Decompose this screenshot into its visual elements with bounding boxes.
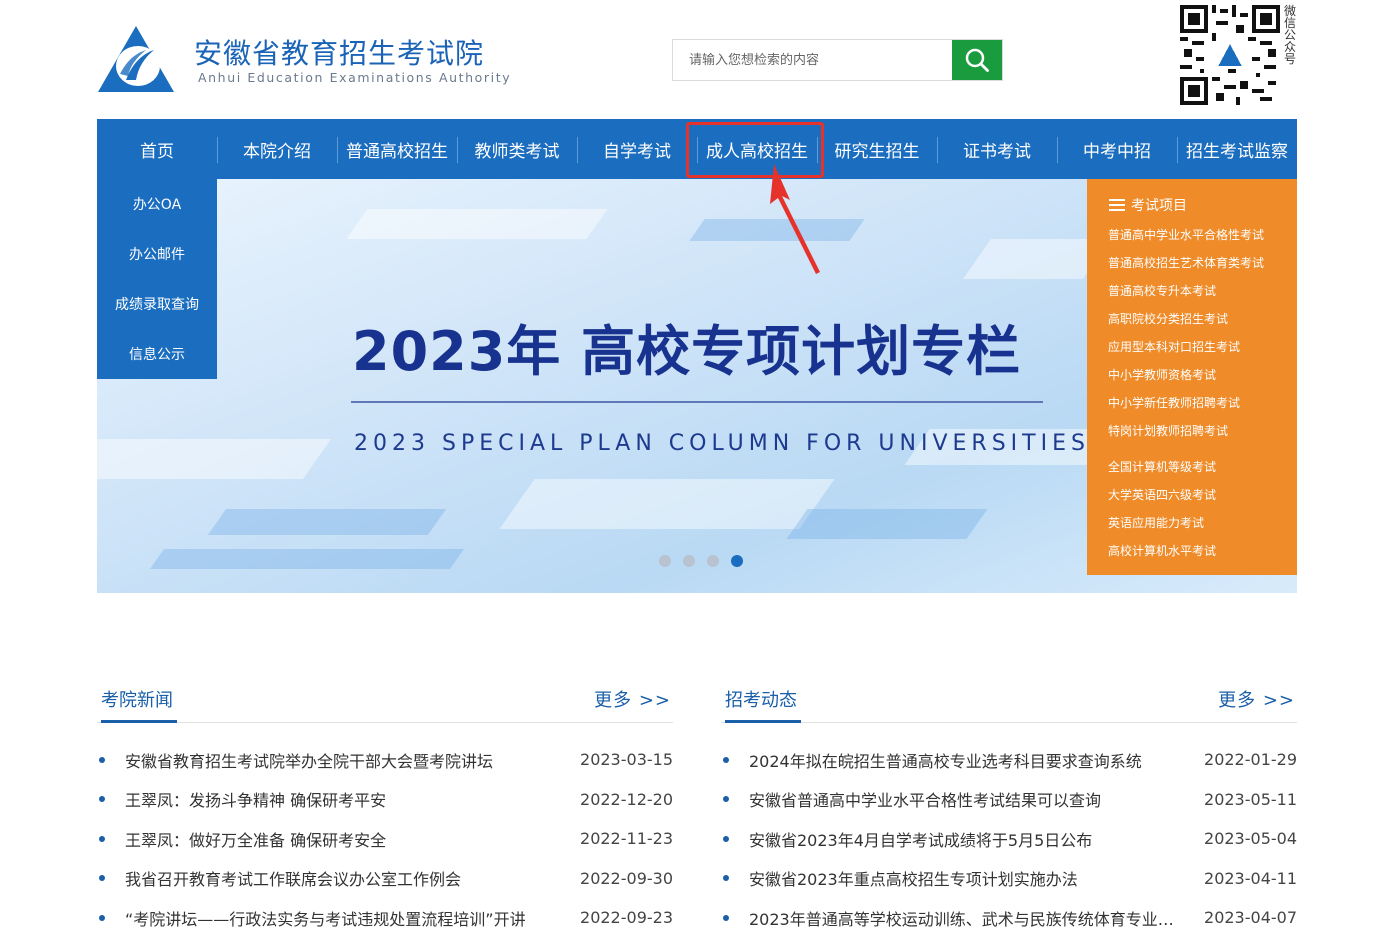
news-list: 安徽省教育招生考试院举办全院干部大会暨考院讲坛 2023-03-15 王翠凤：发扬… [97, 740, 673, 938]
nav-item-certificate[interactable]: 证书考试 [937, 119, 1057, 179]
bullet-icon [723, 756, 729, 763]
banner-divider [351, 401, 1043, 403]
bullet-icon [99, 914, 105, 921]
news-date: 2022-12-20 [580, 789, 673, 809]
search-button[interactable] [952, 40, 1002, 80]
site-header: 安徽省教育招生考试院 Anhui Education Examinations … [0, 0, 1385, 119]
dynamics-section: 招考动态 更多 >> 2024年拟在皖招生普通高校专业选考科目要求查询系统 202… [721, 680, 1297, 938]
bullet-icon [99, 835, 105, 842]
news-title[interactable]: “考院讲坛——行政法实务与考试违规处置流程培训”开讲 [125, 906, 580, 930]
news-title[interactable]: 安徽省教育招生考试院举办全院干部大会暨考院讲坛 [125, 748, 580, 772]
news-title[interactable]: 我省召开教育考试工作联席会议办公室工作例会 [125, 866, 580, 890]
news-date: 2023-05-11 [1204, 789, 1297, 809]
list-item[interactable]: 王翠凤：发扬斗争精神 确保研考平安 2022-12-20 [97, 780, 673, 820]
search-icon [965, 48, 989, 72]
news-title[interactable]: 2024年拟在皖招生普通高校专业选考科目要求查询系统 [749, 748, 1204, 772]
list-item[interactable]: 我省召开教育考试工作联席会议办公室工作例会 2022-09-30 [97, 859, 673, 899]
news-section-header: 考院新闻 更多 >> [97, 680, 673, 723]
bullet-icon [723, 914, 729, 921]
news-date: 2022-09-30 [580, 868, 673, 888]
news-title[interactable]: 王翠凤：做好万全准备 确保研考安全 [125, 827, 580, 851]
news-section: 考院新闻 更多 >> 安徽省教育招生考试院举办全院干部大会暨考院讲坛 2023-0… [97, 680, 673, 938]
news-date: 2023-05-04 [1204, 829, 1297, 849]
site-title: 安徽省教育招生考试院 [194, 37, 485, 70]
exam-link[interactable]: 大学英语四六级考试 [1108, 486, 1216, 503]
bullet-icon [723, 875, 729, 882]
news-more-link[interactable]: 更多 >> [594, 686, 671, 712]
nav-item-self-study[interactable]: 自学考试 [577, 119, 697, 179]
news-title[interactable]: 安徽省普通高中学业水平合格性考试结果可以查询 [749, 787, 1204, 811]
search-input[interactable] [673, 40, 952, 80]
search-bar [672, 39, 1003, 81]
exam-link[interactable]: 应用型本科对口招生考试 [1108, 338, 1240, 355]
qr-label: 微信公众号 [1284, 4, 1297, 66]
quick-link-office-oa[interactable]: 办公OA [97, 179, 217, 229]
carousel-dots [659, 555, 743, 567]
carousel-dot[interactable] [683, 555, 695, 567]
bullet-icon [723, 835, 729, 842]
exam-link[interactable]: 全国计算机等级考试 [1108, 458, 1216, 475]
news-title[interactable]: 安徽省2023年4月自学考试成绩将于5月5日公布 [749, 827, 1204, 851]
quick-link-score-query[interactable]: 成绩录取查询 [97, 279, 217, 329]
quick-link-office-mail[interactable]: 办公邮件 [97, 229, 217, 279]
news-title[interactable]: 2023年普通高等学校运动训练、武术与民族传统体育专业招生考试 [749, 906, 1204, 930]
exam-link[interactable]: 英语应用能力考试 [1108, 514, 1204, 531]
qr-code-icon [1180, 5, 1280, 105]
news-title[interactable]: 安徽省2023年重点高校招生专项计划实施办法 [749, 866, 1204, 890]
nav-item-graduate[interactable]: 研究生招生 [817, 119, 937, 179]
banner-subtitle: 2023 SPECIAL PLAN COLUMN FOR UNIVERSITIE… [354, 431, 1090, 456]
nav-item-teacher-exam[interactable]: 教师类考试 [457, 119, 577, 179]
dynamics-section-header: 招考动态 更多 >> [721, 680, 1297, 723]
exam-link[interactable]: 高校计算机水平考试 [1108, 542, 1216, 559]
bullet-icon [723, 796, 729, 803]
list-item[interactable]: “考院讲坛——行政法实务与考试违规处置流程培训”开讲 2022-09-23 [97, 898, 673, 938]
nav-item-high-school[interactable]: 中考中招 [1057, 119, 1177, 179]
carousel-dot[interactable] [707, 555, 719, 567]
news-date: 2022-11-23 [580, 829, 673, 849]
dynamics-section-title[interactable]: 招考动态 [725, 686, 801, 723]
news-date: 2022-01-29 [1204, 750, 1297, 770]
annotation-arrow-icon [770, 164, 820, 274]
list-item[interactable]: 安徽省普通高中学业水平合格性考试结果可以查询 2023-05-11 [721, 780, 1297, 820]
quick-links-menu: 办公OA 办公邮件 成绩录取查询 信息公示 [97, 179, 217, 379]
list-item[interactable]: 2024年拟在皖招生普通高校专业选考科目要求查询系统 2022-01-29 [721, 740, 1297, 780]
list-item[interactable]: 安徽省教育招生考试院举办全院干部大会暨考院讲坛 2023-03-15 [97, 740, 673, 780]
nav-item-general-admission[interactable]: 普通高校招生 [337, 119, 457, 179]
list-item[interactable]: 2023年普通高等学校运动训练、武术与民族传统体育专业招生考试 2023-04-0… [721, 898, 1297, 938]
news-date: 2023-03-15 [580, 750, 673, 770]
list-item[interactable]: 王翠凤：做好万全准备 确保研考安全 2022-11-23 [97, 819, 673, 859]
news-section-title[interactable]: 考院新闻 [101, 686, 177, 723]
logo-icon[interactable] [96, 24, 176, 94]
carousel-dot[interactable] [659, 555, 671, 567]
exam-link[interactable]: 中小学新任教师招聘考试 [1108, 394, 1240, 411]
exam-panel-header: 考试项目 [1109, 195, 1187, 215]
dynamics-more-link[interactable]: 更多 >> [1218, 686, 1295, 712]
nav-item-about[interactable]: 本院介绍 [217, 119, 337, 179]
exam-link[interactable]: 普通高中学业水平合格性考试 [1108, 226, 1264, 243]
site-title-english: Anhui Education Examinations Authority [198, 70, 512, 85]
nav-item-home[interactable]: 首页 [97, 119, 217, 179]
list-item[interactable]: 安徽省2023年重点高校招生专项计划实施办法 2023-04-11 [721, 859, 1297, 899]
list-icon [1109, 199, 1125, 211]
bullet-icon [99, 875, 105, 882]
news-date: 2022-09-23 [580, 908, 673, 928]
quick-link-info-notice[interactable]: 信息公示 [97, 329, 217, 379]
nav-item-supervision[interactable]: 招生考试监察 [1177, 119, 1297, 179]
carousel-dot-active[interactable] [731, 555, 743, 567]
bullet-icon [99, 756, 105, 763]
exam-link[interactable]: 高职院校分类招生考试 [1108, 310, 1228, 327]
news-date: 2023-04-07 [1204, 908, 1297, 928]
news-title[interactable]: 王翠凤：发扬斗争精神 确保研考平安 [125, 787, 580, 811]
exam-link[interactable]: 特岗计划教师招聘考试 [1108, 422, 1228, 439]
exam-link[interactable]: 普通高校专升本考试 [1108, 282, 1216, 299]
exam-link[interactable]: 中小学教师资格考试 [1108, 366, 1216, 383]
exam-link[interactable]: 普通高校招生艺术体育类考试 [1108, 254, 1264, 271]
exam-panel-title: 考试项目 [1131, 198, 1187, 214]
bullet-icon [99, 796, 105, 803]
exam-projects-panel: 考试项目 普通高中学业水平合格性考试 普通高校招生艺术体育类考试 普通高校专升本… [1087, 179, 1297, 575]
news-date: 2023-04-11 [1204, 868, 1297, 888]
list-item[interactable]: 安徽省2023年4月自学考试成绩将于5月5日公布 2023-05-04 [721, 819, 1297, 859]
dynamics-list: 2024年拟在皖招生普通高校专业选考科目要求查询系统 2022-01-29 安徽省… [721, 740, 1297, 938]
banner-title: 2023年 高校专项计划专栏 [352, 320, 1022, 383]
